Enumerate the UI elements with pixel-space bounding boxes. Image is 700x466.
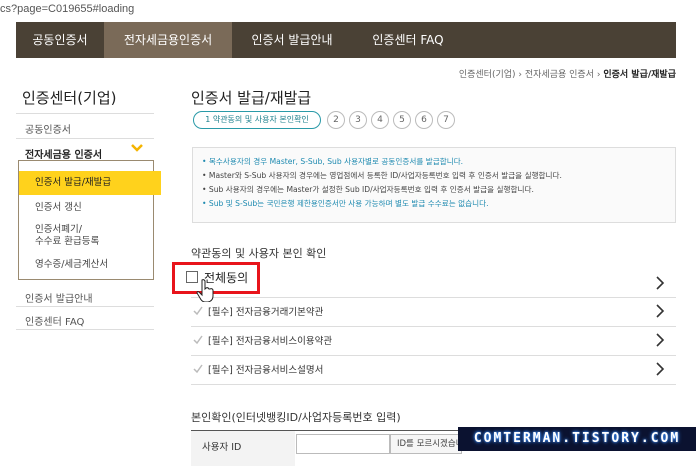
term-label[interactable]: [필수] 전자금융서비스설명서 (208, 362, 323, 376)
submenu-item-issue[interactable]: 인증서 발급/재발급 (19, 171, 161, 195)
url-text: cs?page=C019655#loading (0, 3, 135, 15)
sidebar-divider (16, 329, 154, 330)
step-3: 3 (349, 111, 367, 129)
find-id-button[interactable]: ID를 모르시겠습니까? (390, 434, 462, 454)
chevron-right-icon[interactable] (655, 333, 665, 347)
checkmark-icon[interactable] (193, 306, 203, 316)
sidebar-submenu: 인증서 발급/재발급 인증서 갱신 인증서폐기/ 수수료 환급등록 영수증/세금… (18, 160, 161, 280)
step-2: 2 (327, 111, 345, 129)
sidebar-divider (16, 138, 154, 139)
checkmark-icon[interactable] (193, 364, 203, 374)
notice-line: • 복수사용자의 경우 Master, S-Sub, Sub 사용자별로 공동인… (202, 157, 464, 166)
checkmark-icon[interactable] (193, 335, 203, 345)
top-navigation: 공동인증서 전자세금용인증서 인증서 발급안내 인증센터 FAQ (16, 22, 676, 58)
highlight-box (172, 262, 260, 294)
sidebar-item-issue-guide[interactable]: 인증서 발급안내 (25, 290, 93, 305)
sidebar-title: 인증센터(기업) (22, 89, 117, 107)
notice-line: • Sub 사용자의 경우에는 Master가 설정한 Sub ID/사업자등록… (202, 185, 534, 194)
sidebar-divider (16, 113, 154, 114)
chevron-right-icon[interactable] (655, 276, 665, 290)
term-label[interactable]: [필수] 전자금융거래기본약관 (208, 304, 323, 318)
step-current: 1 약관동의 및 사용자 본인확인 (193, 111, 321, 129)
step-6: 6 (415, 111, 433, 129)
user-id-input[interactable] (296, 434, 390, 454)
submenu-item-renew[interactable]: 인증서 갱신 (35, 202, 82, 214)
identity-section-title: 본인확인(인터넷뱅킹ID/사업자등록번호 입력) (191, 411, 401, 424)
nav-tab-public-cert[interactable]: 공동인증서 (16, 22, 104, 58)
step-5: 5 (393, 111, 411, 129)
notice-line: • Sub 및 S-Sub는 국민은행 제한용인증서만 사용 가능하며 별도 발… (202, 199, 489, 208)
nav-tab-tax-cert[interactable]: 전자세금용인증서 (104, 22, 232, 58)
agree-all-row[interactable] (191, 266, 676, 298)
watermark: COMTERMAN.TISTORY.COM (458, 427, 696, 451)
submenu-item-revoke[interactable]: 인증서폐기/ 수수료 환급등록 (35, 224, 99, 248)
address-bar[interactable]: cs?page=C019655#loading (0, 0, 700, 20)
chevron-right-icon[interactable] (655, 362, 665, 376)
chevron-down-icon (131, 144, 143, 152)
sidebar-divider (16, 306, 154, 307)
agree-section-title: 약관동의 및 사용자 본인 확인 (191, 247, 327, 260)
step-4: 4 (371, 111, 389, 129)
nav-tab-faq[interactable]: 인증센터 FAQ (352, 22, 464, 58)
breadcrumb: 인증센터(기업) › 전자세금용 인증서 › 인증서 발급/재발급 (458, 70, 676, 80)
breadcrumb-item[interactable]: 인증센터(기업) (459, 70, 516, 80)
submenu-item-receipt[interactable]: 영수증/세금계산서 (35, 259, 108, 271)
nav-tab-issue-guide[interactable]: 인증서 발급안내 (232, 22, 352, 58)
breadcrumb-current: 인증서 발급/재발급 (603, 70, 676, 80)
notice-box: • 복수사용자의 경우 Master, S-Sub, Sub 사용자별로 공동인… (192, 147, 676, 223)
user-id-label: 사용자 ID (202, 442, 242, 453)
term-label[interactable]: [필수] 전자금융서비스이용약관 (208, 333, 332, 347)
step-7: 7 (437, 111, 455, 129)
sidebar-item-faq[interactable]: 인증센터 FAQ (25, 313, 84, 328)
sidebar-item-public-cert[interactable]: 공동인증서 (25, 121, 71, 136)
notice-line: • Master와 S-Sub 사용자의 경우에는 영업점에서 등록한 ID/사… (202, 171, 562, 180)
page-title: 인증서 발급/재발급 (191, 89, 312, 107)
breadcrumb-item[interactable]: 전자세금용 인증서 (525, 70, 594, 80)
sidebar-item-tax-cert[interactable]: 전자세금용 인증서 (25, 146, 102, 161)
chevron-right-icon[interactable] (655, 304, 665, 318)
